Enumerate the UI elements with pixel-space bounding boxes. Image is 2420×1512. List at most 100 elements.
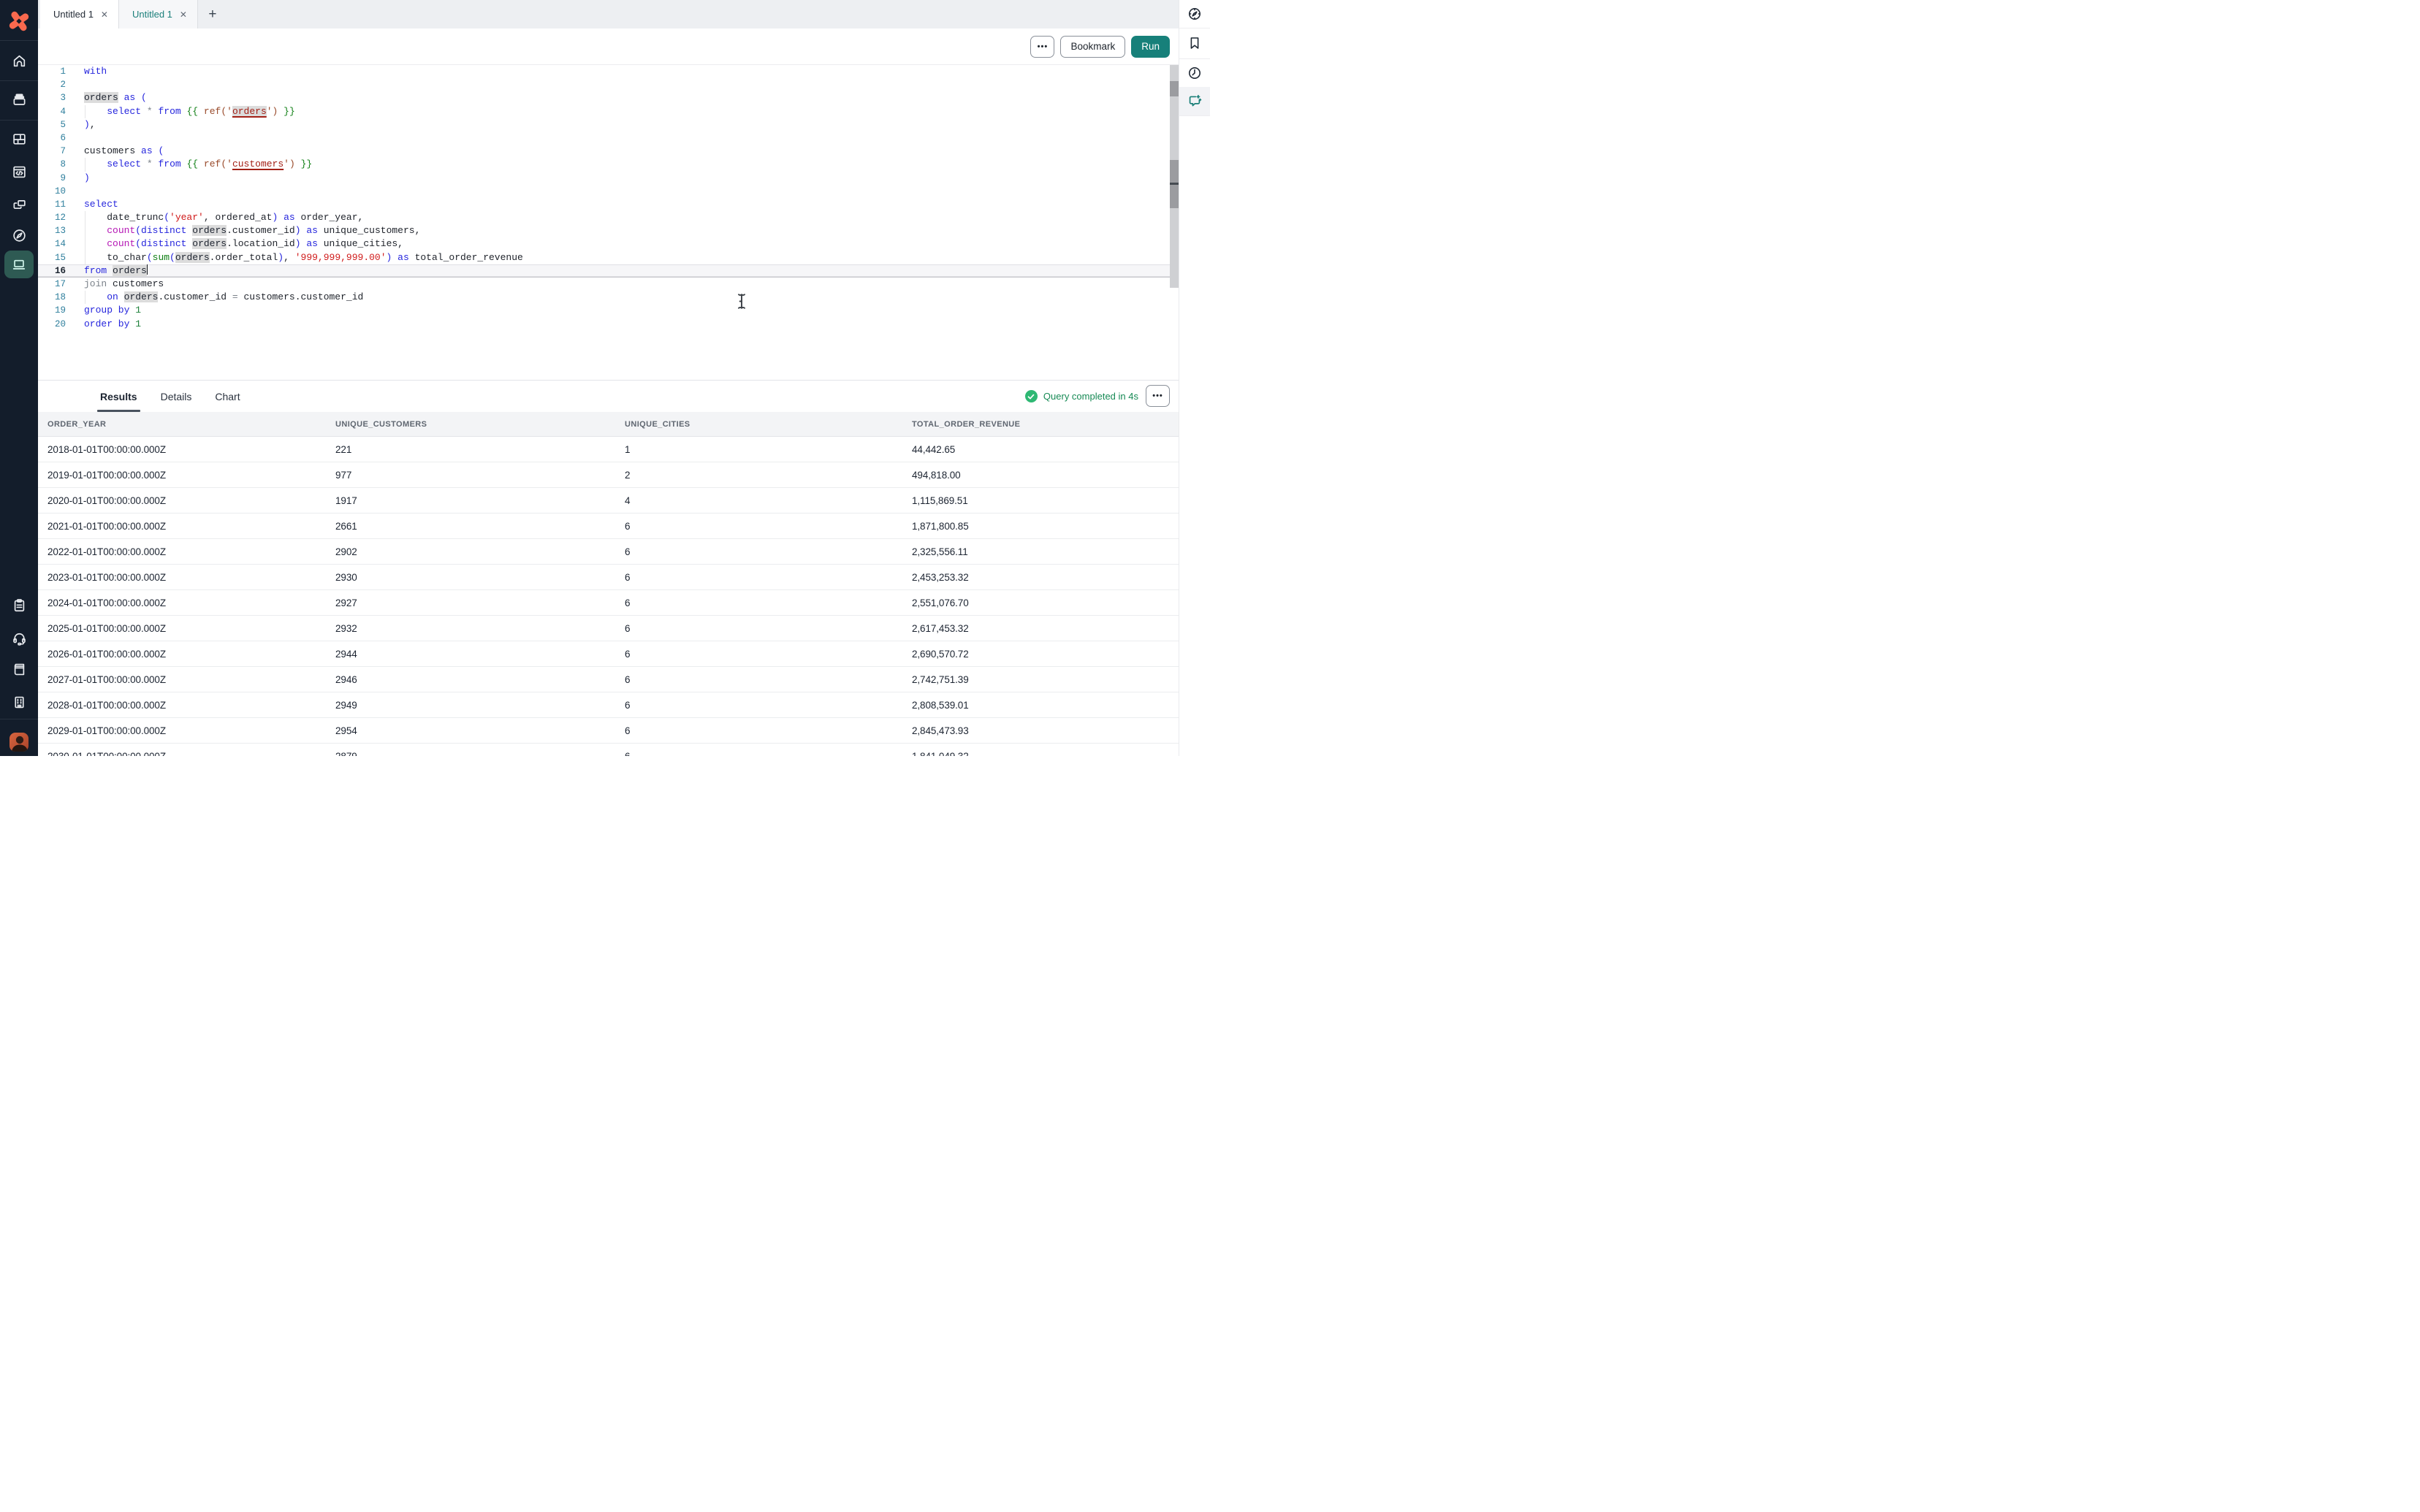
tab-bar: Untitled 1 ✕ Untitled 1 ✕ +	[38, 0, 1179, 29]
cell-total_order_revenue: 2,617,453.32	[912, 623, 1179, 634]
close-icon[interactable]: ✕	[101, 9, 108, 20]
table-row[interactable]: 2020-01-01T00:00:00.000Z191741,115,869.5…	[38, 488, 1179, 513]
close-icon[interactable]: ✕	[180, 9, 187, 20]
tab-chart[interactable]: Chart	[215, 381, 240, 412]
column-header-order_year[interactable]: ORDER_YEAR	[47, 420, 335, 429]
table-row[interactable]: 2027-01-01T00:00:00.000Z294662,742,751.3…	[38, 667, 1179, 692]
user-avatar[interactable]	[9, 733, 28, 752]
code-line-1[interactable]: 1with	[38, 65, 1179, 78]
code-text: select * from {{ ref('orders') }}	[66, 105, 1179, 118]
history-clock-icon[interactable]	[1179, 58, 1210, 88]
sidebar-item-laptop-icon[interactable]	[0, 249, 38, 280]
cell-unique_customers: 2661	[335, 521, 625, 532]
code-line-18[interactable]: 18 on orders.customer_id = customers.cus…	[38, 291, 1179, 304]
sidebar-item-windows-icon[interactable]	[0, 189, 38, 218]
cell-unique_customers: 2927	[335, 597, 625, 608]
tab-untitled-2[interactable]: Untitled 1 ✕	[119, 0, 198, 28]
table-row[interactable]: 2024-01-01T00:00:00.000Z292762,551,076.7…	[38, 590, 1179, 616]
code-line-13[interactable]: 13 count(distinct orders.customer_id) as…	[38, 224, 1179, 237]
code-line-3[interactable]: 3orders as (	[38, 91, 1179, 104]
tab-untitled-1[interactable]: Untitled 1 ✕	[40, 0, 119, 28]
code-line-16[interactable]: 16from orders	[38, 264, 1179, 278]
table-header: ORDER_YEARUNIQUE_CUSTOMERSUNIQUE_CITIEST…	[38, 412, 1179, 437]
line-number: 17	[38, 278, 66, 291]
code-text: join customers	[66, 278, 1179, 291]
tab-details[interactable]: Details	[161, 381, 192, 412]
code-line-7[interactable]: 7customers as (	[38, 145, 1179, 158]
code-line-19[interactable]: 19group by 1	[38, 304, 1179, 317]
code-line-15[interactable]: 15 to_char(sum(orders.order_total), '999…	[38, 251, 1179, 264]
cell-unique_cities: 6	[625, 725, 912, 736]
sidebar-item-drawers-icon[interactable]	[0, 85, 38, 114]
code-line-9[interactable]: 9)	[38, 172, 1179, 185]
code-line-6[interactable]: 6	[38, 131, 1179, 145]
discover-compass-icon[interactable]	[1179, 0, 1210, 28]
table-row[interactable]: 2019-01-01T00:00:00.000Z9772494,818.00	[38, 462, 1179, 488]
sidebar-item-dashboard-icon[interactable]	[0, 124, 38, 153]
code-line-20[interactable]: 20order by 1	[38, 318, 1179, 331]
cell-unique_cities: 6	[625, 546, 912, 557]
app-logo[interactable]	[7, 9, 31, 34]
ai-chat-icon[interactable]	[1179, 87, 1210, 116]
bookmark-button[interactable]: Bookmark	[1060, 36, 1125, 58]
table-row[interactable]: 2029-01-01T00:00:00.000Z295462,845,473.9…	[38, 718, 1179, 744]
line-number: 16	[38, 264, 66, 278]
code-text: )	[66, 172, 1179, 185]
sidebar-item-building-icon[interactable]	[0, 687, 38, 717]
results-more-button[interactable]: •••	[1146, 385, 1170, 407]
more-options-button[interactable]: •••	[1030, 36, 1054, 58]
new-tab-button[interactable]: +	[198, 0, 227, 28]
cell-unique_customers: 977	[335, 470, 625, 481]
code-line-8[interactable]: 8 select * from {{ ref('customers') }}	[38, 158, 1179, 171]
code-text	[66, 185, 1179, 198]
code-line-10[interactable]: 10	[38, 185, 1179, 198]
code-line-14[interactable]: 14 count(distinct orders.location_id) as…	[38, 237, 1179, 251]
bookmark-icon[interactable]	[1179, 28, 1210, 59]
sidebar-item-headset-icon[interactable]	[0, 623, 38, 652]
code-text: count(distinct orders.customer_id) as un…	[66, 224, 1179, 237]
line-number: 6	[38, 131, 66, 145]
code-line-11[interactable]: 11select	[38, 198, 1179, 211]
code-line-17[interactable]: 17join customers	[38, 278, 1179, 291]
rail-divider	[0, 120, 38, 121]
table-row[interactable]: 2028-01-01T00:00:00.000Z294962,808,539.0…	[38, 692, 1179, 718]
code-line-2[interactable]: 2	[38, 78, 1179, 91]
sql-editor[interactable]: 1with23orders as (4 select * from {{ ref…	[38, 65, 1179, 380]
sidebar-item-clipboard-icon[interactable]	[0, 590, 38, 619]
table-row[interactable]: 2023-01-01T00:00:00.000Z293062,453,253.3…	[38, 565, 1179, 590]
cell-unique_customers: 2902	[335, 546, 625, 557]
code-text: orders as (	[66, 91, 1179, 104]
sidebar-item-home-icon[interactable]	[0, 46, 38, 75]
table-row[interactable]: 2026-01-01T00:00:00.000Z294462,690,570.7…	[38, 641, 1179, 667]
run-button[interactable]: Run	[1131, 36, 1170, 58]
line-number: 18	[38, 291, 66, 304]
cell-unique_customers: 2954	[335, 725, 625, 736]
cell-unique_customers: 2944	[335, 649, 625, 660]
sidebar-item-book-icon[interactable]	[0, 654, 38, 684]
code-text: to_char(sum(orders.order_total), '999,99…	[66, 251, 1179, 264]
column-header-unique_cities[interactable]: UNIQUE_CITIES	[625, 420, 912, 429]
sidebar-item-code-window-icon[interactable]	[0, 157, 38, 186]
cell-total_order_revenue: 2,453,253.32	[912, 572, 1179, 583]
cell-total_order_revenue: 2,325,556.11	[912, 546, 1179, 557]
table-row[interactable]: 2021-01-01T00:00:00.000Z266161,871,800.8…	[38, 513, 1179, 539]
cell-unique_customers: 2949	[335, 700, 625, 711]
tab-results[interactable]: Results	[100, 381, 137, 412]
line-number: 12	[38, 211, 66, 224]
code-line-4[interactable]: 4 select * from {{ ref('orders') }}	[38, 105, 1179, 118]
table-row[interactable]: 2030-01-01T00:00:00.000Z287961,841,049.3…	[38, 744, 1179, 756]
cell-total_order_revenue: 1,871,800.85	[912, 521, 1179, 532]
sidebar-item-compass-icon[interactable]	[0, 221, 38, 250]
code-line-12[interactable]: 12 date_trunc('year', ordered_at) as ord…	[38, 211, 1179, 224]
column-header-unique_customers[interactable]: UNIQUE_CUSTOMERS	[335, 420, 625, 429]
column-header-total_order_revenue[interactable]: TOTAL_ORDER_REVENUE	[912, 420, 1179, 429]
cell-unique_customers: 1917	[335, 495, 625, 506]
check-circle-icon	[1025, 390, 1038, 402]
cell-total_order_revenue: 494,818.00	[912, 470, 1179, 481]
code-line-5[interactable]: 5),	[38, 118, 1179, 131]
table-row[interactable]: 2025-01-01T00:00:00.000Z293262,617,453.3…	[38, 616, 1179, 641]
table-row[interactable]: 2018-01-01T00:00:00.000Z221144,442.65	[38, 437, 1179, 462]
table-row[interactable]: 2022-01-01T00:00:00.000Z290262,325,556.1…	[38, 539, 1179, 565]
right-sidebar	[1179, 0, 1210, 756]
cell-order_year: 2027-01-01T00:00:00.000Z	[47, 674, 335, 685]
